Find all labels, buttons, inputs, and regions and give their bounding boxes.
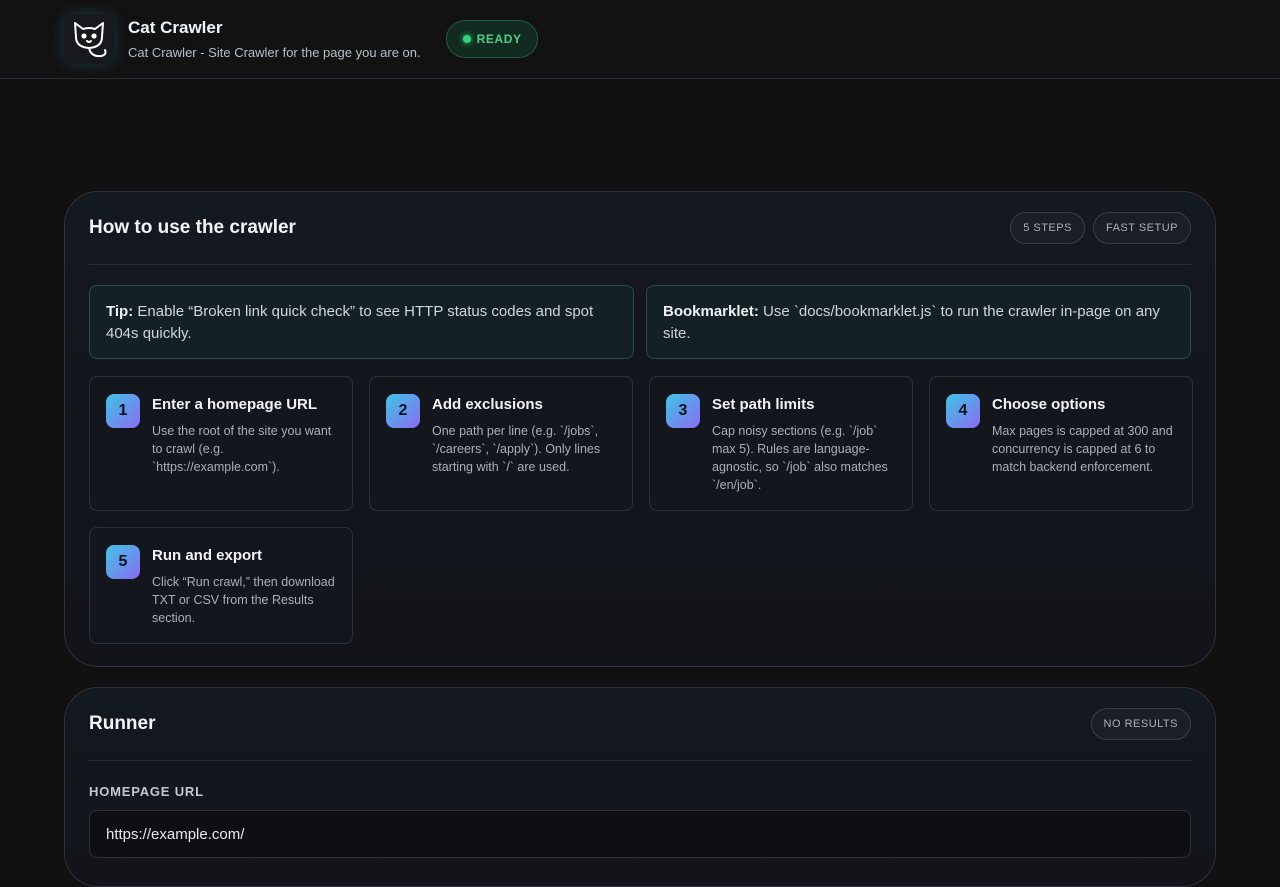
step-card-5: 5 Run and export Click “Run crawl,” then…: [89, 527, 353, 644]
tip-label: Bookmarklet:: [663, 303, 759, 320]
steps-chip: 5 STEPS: [1010, 212, 1085, 244]
homepage-url-input[interactable]: [89, 810, 1191, 858]
tip-bookmarklet: Bookmarklet: Use `docs/bookmarklet.js` t…: [646, 285, 1191, 359]
step-description: Click “Run crawl,” then download TXT or …: [152, 575, 335, 625]
step-title: Run and export: [152, 547, 263, 564]
status-label: READY: [476, 32, 522, 46]
tip-label: Tip:: [106, 303, 134, 320]
step-title: Add exclusions: [432, 396, 543, 413]
runner-card: Runner NO RESULTS HOMEPAGE URL: [64, 687, 1216, 887]
homepage-url-label: HOMEPAGE URL: [89, 784, 204, 799]
step-description: Use the root of the site you want to cra…: [152, 424, 332, 474]
status-dot-icon: [462, 35, 471, 43]
tip-text: Enable “Broken link quick check” to see …: [106, 303, 594, 342]
step-card-1: 1 Enter a homepage URL Use the root of t…: [89, 376, 353, 511]
step-description: Max pages is capped at 300 and concurren…: [992, 424, 1173, 474]
step-description: Cap noisy sections (e.g. `/job` max 5). …: [712, 424, 888, 492]
step-number: 1: [106, 394, 140, 428]
app-header: Cat Crawler Cat Crawler - Site Crawler f…: [0, 0, 1280, 79]
runner-title: Runner: [89, 713, 156, 734]
howto-card: How to use the crawler 5 STEPS FAST SETU…: [64, 191, 1216, 667]
step-number: 4: [946, 394, 980, 428]
app-title: Cat Crawler: [128, 18, 223, 37]
app-subtitle: Cat Crawler - Site Crawler for the page …: [128, 45, 421, 60]
step-title: Choose options: [992, 396, 1106, 413]
tip-broken-link: Tip: Enable “Broken link quick check” to…: [89, 285, 634, 359]
howto-title: How to use the crawler: [89, 217, 296, 238]
status-badge: READY: [445, 20, 538, 58]
step-card-3: 3 Set path limits Cap noisy sections (e.…: [649, 376, 913, 511]
step-title: Set path limits: [712, 396, 815, 413]
step-card-2: 2 Add exclusions One path per line (e.g.…: [369, 376, 633, 511]
fast-setup-chip: FAST SETUP: [1092, 212, 1191, 244]
step-title: Enter a homepage URL: [152, 396, 318, 413]
results-chip: NO RESULTS: [1090, 708, 1191, 740]
step-card-4: 4 Choose options Max pages is capped at …: [929, 376, 1193, 511]
step-number: 2: [386, 394, 420, 428]
step-number: 3: [666, 394, 700, 428]
step-description: One path per line (e.g. `/jobs`, `/caree…: [432, 424, 601, 474]
step-number: 5: [106, 545, 140, 579]
cat-icon: [64, 14, 114, 64]
